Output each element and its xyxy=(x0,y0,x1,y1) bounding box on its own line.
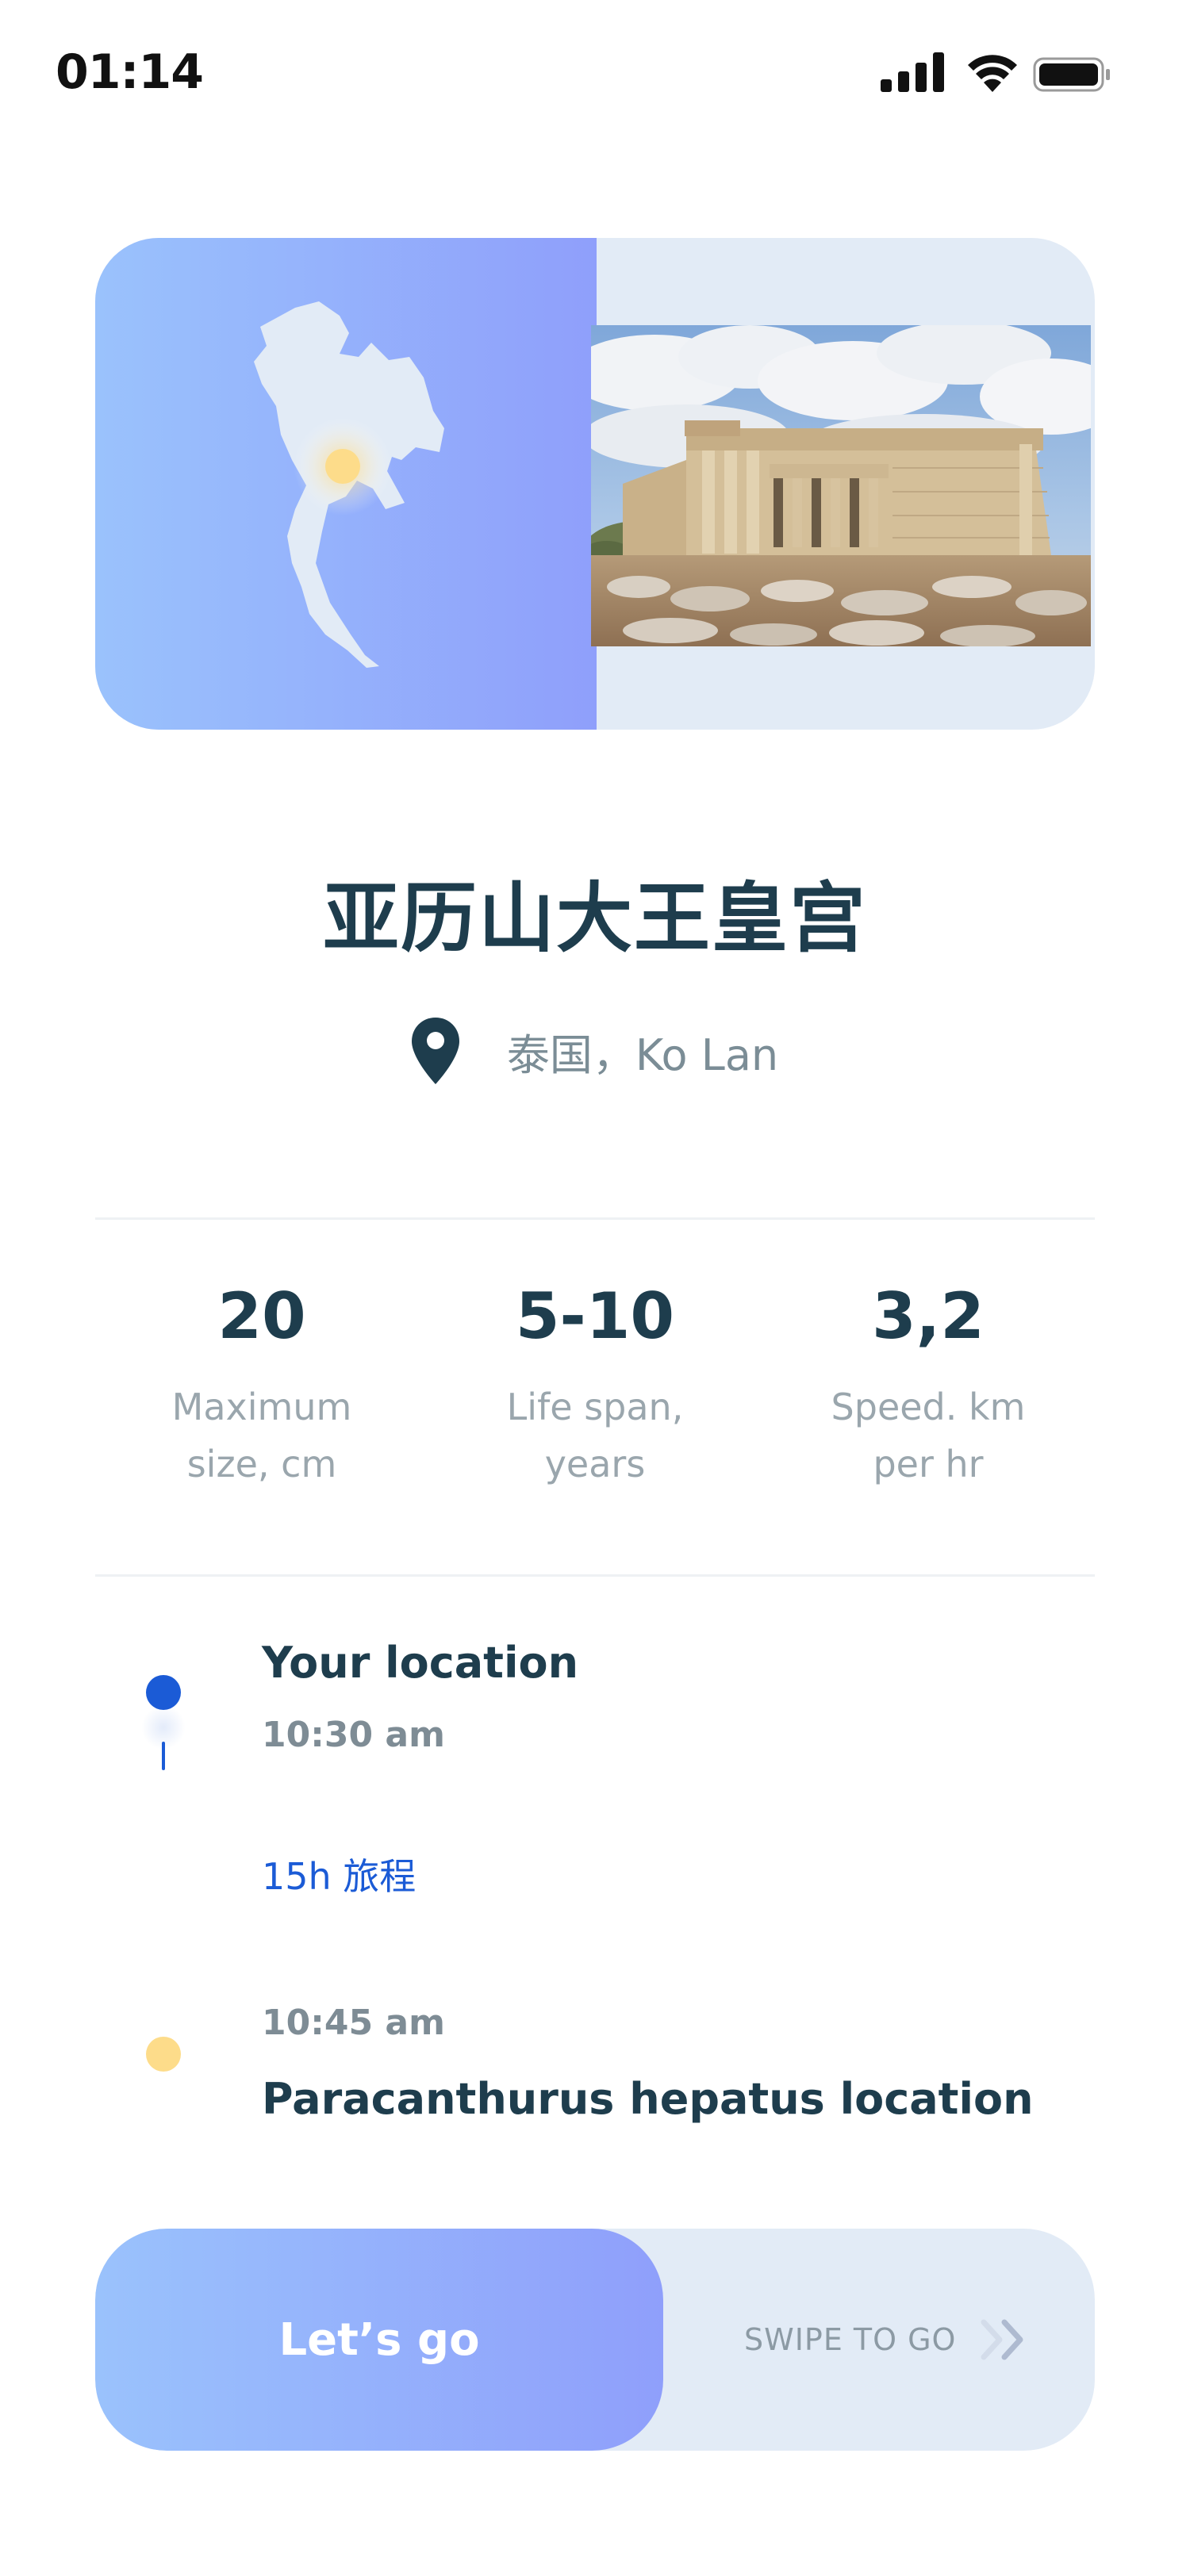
double-chevron-right-icon xyxy=(981,2319,1023,2360)
stat-value: 5-10 xyxy=(515,1279,675,1353)
stat-label-line: Speed. km xyxy=(831,1386,1026,1428)
status-time: 01:14 xyxy=(56,44,204,100)
stats-row: 20 Maximum size, cm 5-10 Life span, year… xyxy=(95,1277,1095,1493)
stat-life-span: 5-10 Life span, years xyxy=(428,1277,762,1493)
stat-label-line: size, cm xyxy=(186,1443,337,1485)
location-row: 泰国，Ko Lan xyxy=(0,1015,1190,1087)
stat-value: 3,2 xyxy=(872,1279,985,1353)
swipe-hint: SWIPE TO GO xyxy=(744,2322,957,2357)
start-time: 10:30 am xyxy=(262,1715,445,1755)
stat-label-line: Life span, xyxy=(506,1386,684,1428)
temple-photo xyxy=(591,325,1091,646)
stat-max-size: 20 Maximum size, cm xyxy=(95,1277,428,1493)
stat-label-line: Maximum xyxy=(171,1386,352,1428)
thailand-map-icon xyxy=(254,301,444,668)
hero-card xyxy=(95,238,1095,730)
cellular-signal-icon xyxy=(881,52,944,92)
stat-value: 20 xyxy=(217,1279,306,1353)
stat-label-line: per hr xyxy=(873,1443,984,1485)
battery-icon xyxy=(1033,57,1110,92)
trip-duration: 15h 旅程 xyxy=(262,1855,416,1898)
wifi-icon xyxy=(968,55,1017,92)
start-location-title: Your location xyxy=(262,1638,579,1688)
map-panel xyxy=(95,238,597,730)
stat-label-line: years xyxy=(544,1443,646,1485)
timeline-connector xyxy=(162,1742,165,1770)
page-title: 亚历山大王皇宫 xyxy=(323,874,867,963)
destination-title: Paracanthurus hepatus location xyxy=(262,2074,1034,2124)
destination-dot xyxy=(146,2037,181,2072)
swipe-to-go-track[interactable]: Let’s go SWIPE TO GO xyxy=(95,2229,1095,2451)
stat-label: Speed. km per hr xyxy=(762,1378,1095,1493)
arrival-time: 10:45 am xyxy=(262,2003,445,2043)
stat-speed: 3,2 Speed. km per hr xyxy=(762,1277,1095,1493)
status-bar: 01:14 xyxy=(0,0,1190,151)
status-icons xyxy=(881,52,1134,100)
lets-go-button[interactable]: Let’s go xyxy=(95,2229,663,2451)
divider xyxy=(95,1574,1095,1577)
temple-ruins-image xyxy=(591,325,1091,646)
location-text: 泰国，Ko Lan xyxy=(506,1029,779,1080)
lets-go-label: Let’s go xyxy=(278,2313,480,2366)
map-pin-icon xyxy=(411,1018,459,1084)
divider xyxy=(95,1217,1095,1220)
stat-label: Maximum size, cm xyxy=(95,1378,428,1493)
stat-label: Life span, years xyxy=(428,1378,762,1493)
